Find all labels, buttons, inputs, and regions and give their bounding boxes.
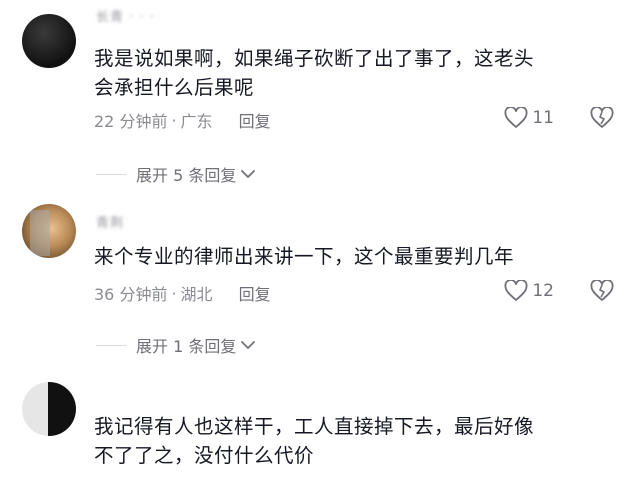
dislike-button[interactable]: [590, 280, 614, 302]
comment-time: 36 分钟前: [94, 285, 168, 304]
expand-replies-button[interactable]: 展开 1 条回复: [96, 333, 256, 357]
reply-button[interactable]: 回复: [239, 281, 271, 305]
broken-heart-icon: [590, 107, 614, 128]
avatar[interactable]: [22, 14, 76, 68]
comment-username[interactable]: 青荆: [96, 212, 124, 231]
avatar[interactable]: [22, 204, 76, 258]
avatar[interactable]: [22, 382, 76, 436]
comment-meta: 22 分钟前 · 广东 回复: [94, 108, 271, 132]
heart-outline-icon: [504, 107, 528, 128]
comment-text: 我记得有人也这样干，工人直接掉下去，最后好像 不了了之，没付什么代价: [94, 412, 614, 470]
reply-button[interactable]: 回复: [239, 108, 271, 132]
meta-separator: ·: [171, 283, 177, 303]
chevron-down-icon: [241, 170, 256, 178]
like-count: 12: [532, 281, 554, 301]
comment-text: 来个专业的律师出来讲一下，这个最重要判几年: [94, 242, 614, 271]
heart-outline-icon: [504, 280, 528, 301]
comment-text-line: 来个专业的律师出来讲一下，这个最重要判几年: [94, 245, 515, 268]
comment-meta: 36 分钟前 · 湖北 回复: [94, 281, 271, 305]
divider-line: [96, 173, 126, 175]
expand-replies-button[interactable]: 展开 5 条回复: [96, 162, 256, 186]
expand-replies-label: 展开 5 条回复: [136, 166, 237, 185]
comment-time: 22 分钟前: [94, 112, 168, 131]
like-button[interactable]: 12: [504, 280, 554, 302]
dislike-button[interactable]: [590, 107, 614, 129]
expand-replies-label: 展开 1 条回复: [136, 337, 237, 356]
comment-username[interactable]: 长青 · · ·: [96, 6, 155, 25]
like-count: 11: [532, 108, 554, 128]
comment-text-line: 我记得有人也这样干，工人直接掉下去，最后好像: [94, 415, 535, 438]
divider-line: [96, 344, 126, 346]
chevron-down-icon: [241, 341, 256, 349]
comment-text-line: 我是说如果啊，如果绳子砍断了出了事了，这老头: [94, 47, 535, 70]
comment-location: 广东: [180, 112, 213, 131]
like-button[interactable]: 11: [504, 107, 554, 129]
comment-text-line: 不了了之，没付什么代价: [94, 444, 315, 467]
broken-heart-icon: [590, 280, 614, 301]
comment-text: 我是说如果啊，如果绳子砍断了出了事了，这老头 会承担什么后果呢: [94, 44, 614, 102]
comment-location: 湖北: [180, 285, 213, 304]
comment-text-line: 会承担什么后果呢: [94, 76, 255, 99]
meta-separator: ·: [171, 110, 177, 130]
